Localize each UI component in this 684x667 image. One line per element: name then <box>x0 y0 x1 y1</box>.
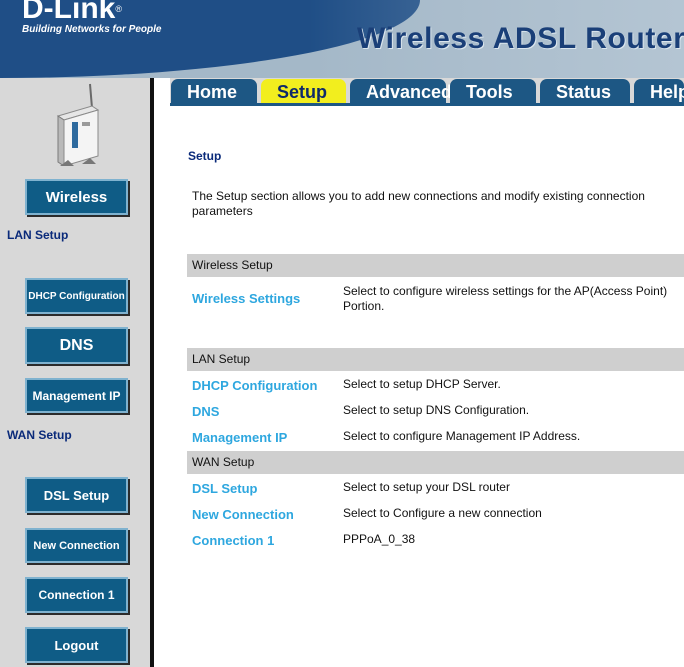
new-connection-desc: Select to Configure a new connection <box>343 506 542 520</box>
page-header: D-Link® Building Networks for People Wir… <box>0 0 684 78</box>
tab-advanced[interactable]: Advanced <box>350 79 452 103</box>
management-ip-link[interactable]: Management IP <box>192 430 287 445</box>
tab-help[interactable]: Help <box>634 79 684 103</box>
dns-desc: Select to setup DNS Configuration. <box>343 403 530 417</box>
new-connection-link[interactable]: New Connection <box>192 507 294 522</box>
left-sidebar: Wireless LAN Setup DHCP Configuration DN… <box>0 78 150 667</box>
dsl-setup-desc: Select to setup your DSL router <box>343 480 510 494</box>
wireless-settings-link[interactable]: Wireless Settings <box>192 291 300 306</box>
dhcp-configuration-link[interactable]: DHCP Configuration <box>192 378 317 393</box>
tab-tools[interactable]: Tools <box>450 79 536 103</box>
router-device-icon <box>56 83 100 166</box>
tab-setup[interactable]: Setup <box>261 79 346 103</box>
lan-setup-label: LAN Setup <box>7 228 69 242</box>
dhcp-configuration-desc: Select to setup DHCP Server. <box>343 377 501 391</box>
tab-status[interactable]: Status <box>540 79 630 103</box>
product-title: Wireless ADSL Router <box>357 22 684 55</box>
intro-text: The Setup section allows you to add new … <box>192 189 645 218</box>
management-ip-button[interactable]: Management IP <box>25 378 128 413</box>
wan-setup-section-header: WAN Setup <box>187 451 684 474</box>
dlink-logo: D-Link® <box>22 0 122 25</box>
new-connection-button[interactable]: New Connection <box>25 528 128 563</box>
wan-setup-label: WAN Setup <box>7 428 72 442</box>
dhcp-configuration-button[interactable]: DHCP Configuration <box>25 278 128 314</box>
logo-tagline: Building Networks for People <box>22 24 162 35</box>
lan-setup-section-header: LAN Setup <box>187 348 684 371</box>
connection-1-link[interactable]: Connection 1 <box>192 533 274 548</box>
page-title: Setup <box>188 149 222 163</box>
connection-1-button[interactable]: Connection 1 <box>25 577 128 613</box>
wireless-settings-desc: Select to configure wireless settings fo… <box>343 284 668 313</box>
wireless-button[interactable]: Wireless <box>25 179 128 215</box>
tab-home[interactable]: Home <box>171 79 257 103</box>
dsl-setup-button[interactable]: DSL Setup <box>25 477 128 513</box>
dns-link[interactable]: DNS <box>192 404 219 419</box>
wireless-setup-section-header: Wireless Setup <box>187 254 684 277</box>
dsl-setup-link[interactable]: DSL Setup <box>192 481 258 496</box>
dns-button[interactable]: DNS <box>25 327 128 364</box>
logout-button[interactable]: Logout <box>25 627 128 663</box>
management-ip-desc: Select to configure Management IP Addres… <box>343 429 581 443</box>
connection-1-desc: PPPoA_0_38 <box>343 532 416 546</box>
